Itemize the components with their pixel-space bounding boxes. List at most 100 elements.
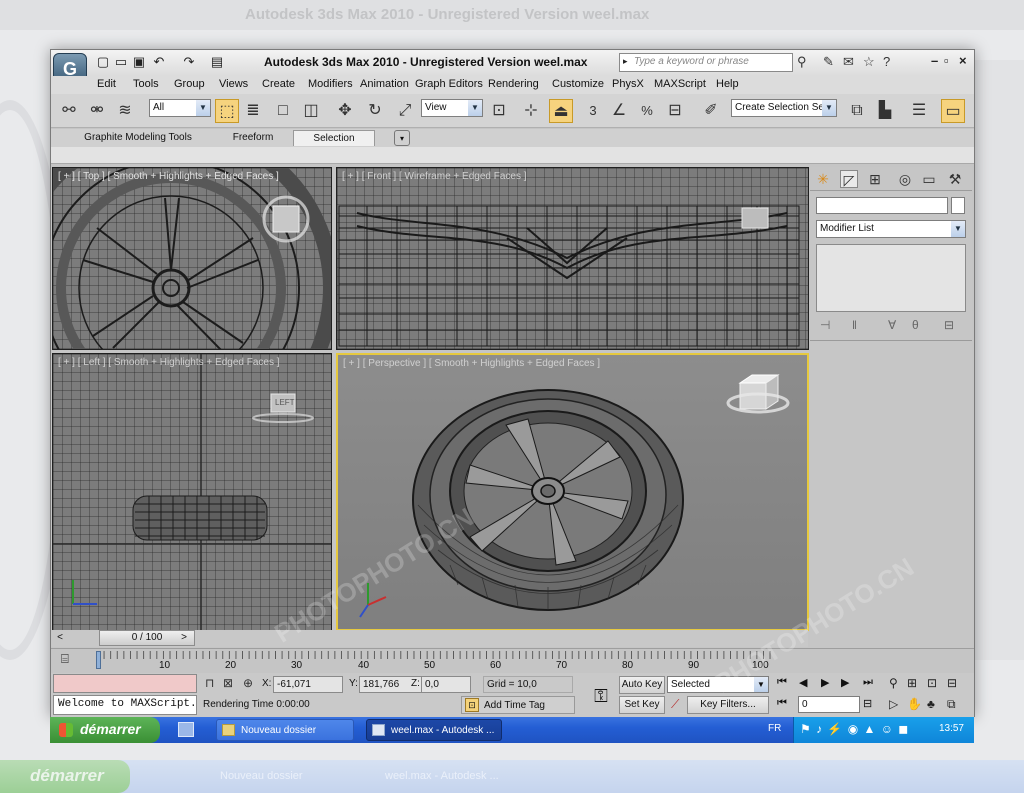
go-to-start-icon[interactable]: ⏮: [777, 676, 787, 689]
communication-icon[interactable]: ✉: [843, 54, 854, 70]
tab-selection[interactable]: Selection: [293, 130, 375, 146]
window-crossing-icon[interactable]: ◫: [299, 99, 323, 123]
select-by-name-icon[interactable]: ≣: [241, 99, 265, 123]
new-file-icon[interactable]: ▢: [95, 54, 111, 70]
menu-edit[interactable]: Edit: [97, 78, 116, 90]
angle-snap-icon[interactable]: ∠: [607, 99, 631, 123]
viewport-left-label[interactable]: [ + ] [ Left ] [ Smooth + Highlights + E…: [58, 357, 280, 368]
tab-graphite-modeling-tools[interactable]: Graphite Modeling Tools: [73, 130, 203, 146]
bind-space-warp-icon[interactable]: ≋: [113, 99, 137, 123]
move-icon[interactable]: ✥: [333, 99, 357, 123]
auto-key-button[interactable]: Auto Key: [619, 676, 665, 694]
subscription-icon[interactable]: ✎: [823, 54, 834, 70]
menu-physx[interactable]: PhysX: [612, 78, 644, 90]
reference-coordinate-dropdown[interactable]: View ▼: [421, 99, 483, 117]
menu-maxscript[interactable]: MAXScript: [654, 78, 706, 90]
undo-icon[interactable]: ↶: [151, 54, 167, 70]
taskbar-item-folder[interactable]: Nouveau dossier: [216, 719, 354, 741]
next-frame-icon[interactable]: ▶: [841, 676, 849, 689]
menu-graph-editors[interactable]: Graph Editors: [415, 78, 483, 90]
previous-frame-icon[interactable]: ◀: [799, 676, 807, 689]
edit-named-selection-icon[interactable]: ✐: [699, 99, 723, 123]
select-manipulate-icon[interactable]: ⊹: [519, 99, 543, 123]
redo-icon[interactable]: ↷: [181, 54, 197, 70]
object-color-swatch[interactable]: [951, 197, 965, 214]
viewport-top-label[interactable]: [ + ] [ Top ] [ Smooth + Highlights + Ed…: [58, 171, 279, 182]
keyboard-shortcut-override-icon[interactable]: ⏏: [549, 99, 573, 123]
show-end-result-icon[interactable]: ‖: [852, 318, 857, 332]
zoom-extents-all-icon[interactable]: ⊟: [947, 676, 957, 690]
language-indicator[interactable]: FR: [768, 723, 781, 734]
display-tab-icon[interactable]: ▭: [920, 170, 938, 188]
layer-manager-icon[interactable]: ☰: [907, 99, 931, 123]
viewport-top[interactable]: [ + ] [ Top ] [ Smooth + Highlights + Ed…: [52, 167, 332, 350]
motion-tab-icon[interactable]: ◎: [896, 170, 914, 188]
menu-tools[interactable]: Tools: [133, 78, 159, 90]
select-object-icon[interactable]: ⬚: [215, 99, 239, 123]
play-icon[interactable]: ▶: [821, 676, 829, 689]
spinner-snap-icon[interactable]: ⊟: [663, 99, 687, 123]
search-input[interactable]: ▸ Type a keyword or phrase: [619, 53, 793, 72]
restore-icon[interactable]: ▫: [944, 53, 949, 68]
snaps-toggle-icon[interactable]: 3: [581, 99, 605, 123]
key-mode-toggle-icon[interactable]: ⏮: [777, 697, 787, 710]
rectangular-selection-icon[interactable]: □: [271, 99, 295, 123]
viewport-perspective-label[interactable]: [ + ] [ Perspective ] [ Smooth + Highlig…: [343, 358, 600, 369]
binoculars-icon[interactable]: ⚲: [797, 54, 807, 70]
show-desktop-icon[interactable]: [178, 722, 194, 737]
hierarchy-tab-icon[interactable]: ⊞: [866, 170, 884, 188]
ribbon-collapse-button[interactable]: ▾: [394, 130, 410, 146]
minimize-icon[interactable]: –: [931, 53, 938, 68]
menu-create[interactable]: Create: [262, 78, 295, 90]
configure-sets-icon[interactable]: ⊟: [944, 318, 954, 332]
rotate-icon[interactable]: ↻: [363, 99, 387, 123]
maxscript-listener-output[interactable]: [53, 674, 197, 693]
z-coordinate-field[interactable]: 0,0: [421, 676, 471, 693]
object-name-field[interactable]: [816, 197, 948, 214]
graphite-toggle-icon[interactable]: ▭: [941, 99, 965, 123]
viewport-front[interactable]: [ + ] [ Front ] [ Wireframe + Edged Face…: [336, 167, 809, 350]
absolute-mode-icon[interactable]: ⊕: [243, 676, 253, 690]
orbit-icon[interactable]: ♣: [927, 697, 935, 711]
project-folder-icon[interactable]: ▤: [209, 54, 225, 70]
create-tab-icon[interactable]: ✳: [814, 170, 832, 188]
save-icon[interactable]: ▣: [131, 54, 147, 70]
modifier-stack[interactable]: [816, 244, 966, 312]
pivot-center-icon[interactable]: ⊡: [487, 99, 511, 123]
open-file-icon[interactable]: ▭: [113, 54, 129, 70]
current-frame-field[interactable]: 0: [798, 696, 860, 713]
selection-filter-dropdown[interactable]: All ▼: [149, 99, 211, 117]
set-key-mode-icon[interactable]: ⚿: [583, 681, 619, 711]
menu-views[interactable]: Views: [219, 78, 248, 90]
tab-freeform[interactable]: Freeform: [213, 130, 293, 146]
close-icon[interactable]: ×: [959, 53, 967, 68]
set-key-button[interactable]: Set Key: [619, 696, 665, 714]
maxscript-listener-input[interactable]: Welcome to MAXScript.: [53, 695, 197, 715]
menu-help[interactable]: Help: [716, 78, 739, 90]
x-coordinate-field[interactable]: -61,071: [273, 676, 343, 693]
taskbar-item-3dsmax[interactable]: weel.max - Autodesk ...: [366, 719, 502, 741]
curve-editor-icon[interactable]: ⌸: [61, 651, 69, 667]
maximize-viewport-icon[interactable]: ⧉: [947, 697, 956, 712]
modifier-list-dropdown[interactable]: Modifier List ▼: [816, 220, 966, 238]
unlink-icon[interactable]: ⚮: [85, 99, 109, 123]
add-time-tag-button[interactable]: ⊡ Add Time Tag: [461, 696, 575, 714]
align-icon[interactable]: ▙: [873, 99, 897, 123]
zoom-extents-icon[interactable]: ⊡: [927, 676, 937, 690]
selection-lock-icon[interactable]: ⊓: [205, 676, 214, 690]
time-configuration-icon[interactable]: ⊟: [863, 697, 872, 710]
help-icon[interactable]: ?: [883, 54, 890, 69]
start-button[interactable]: démarrer: [50, 717, 160, 743]
favorites-icon[interactable]: ☆: [863, 54, 875, 70]
make-unique-icon[interactable]: ∀: [888, 318, 896, 332]
left-view-cube-label[interactable]: LEFT: [275, 398, 295, 407]
viewport-perspective[interactable]: [ + ] [ Perspective ] [ Smooth + Highlig…: [336, 353, 809, 631]
menu-group[interactable]: Group: [174, 78, 205, 90]
key-filters-button[interactable]: Key Filters...: [687, 696, 769, 714]
pan-icon[interactable]: ✋: [907, 697, 922, 711]
lock-icon[interactable]: ⊠: [223, 676, 233, 690]
tray-icons[interactable]: ⚑ ♪ ⚡ ◉ ▲ ☺ ◼: [800, 722, 909, 736]
utilities-tab-icon[interactable]: ⚒: [946, 170, 964, 188]
named-selection-input[interactable]: Create Selection Se ▼: [731, 99, 837, 117]
field-of-view-icon[interactable]: ▷: [889, 697, 898, 711]
